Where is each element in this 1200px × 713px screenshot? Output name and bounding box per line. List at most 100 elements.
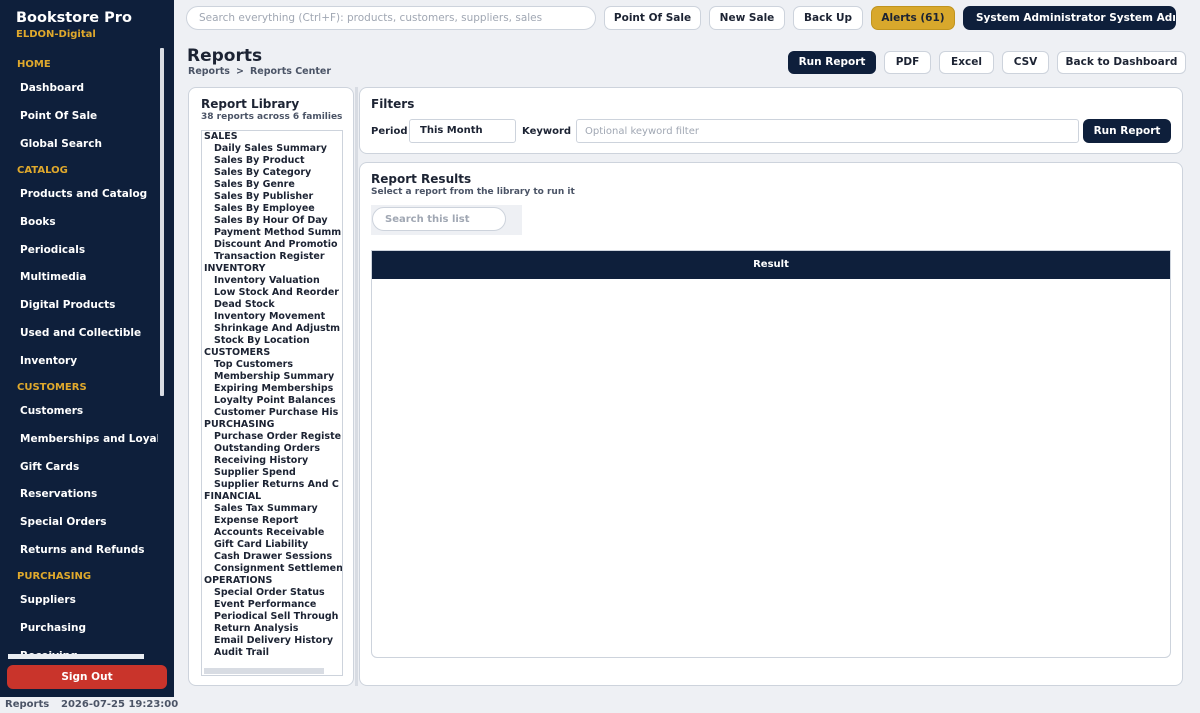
library-report-item[interactable]: Membership Summary (204, 371, 342, 383)
pdf-button[interactable]: PDF (884, 51, 931, 74)
results-column-header[interactable]: Result (372, 251, 1170, 279)
results-table[interactable]: Result (371, 250, 1171, 658)
sidebar-item-used-collectible[interactable]: Used and Collectible (8, 320, 158, 346)
library-report-item[interactable]: Sales Tax Summary (204, 503, 342, 515)
sidebar-scrollbar[interactable] (160, 48, 164, 396)
library-report-item[interactable]: Special Order Status (204, 587, 342, 599)
library-report-item[interactable]: Supplier Returns And C (204, 479, 342, 491)
sidebar-item-gift-cards[interactable]: Gift Cards (8, 454, 158, 480)
list-search-input[interactable] (372, 207, 506, 231)
sidebar-item-periodicals[interactable]: Periodicals (8, 237, 158, 263)
library-report-item[interactable]: Outstanding Orders (204, 443, 342, 455)
report-library-subtitle: 38 reports across 6 families (201, 112, 343, 122)
sidebar-item-returns-refunds[interactable]: Returns and Refunds (8, 537, 158, 563)
sidebar-item-multimedia[interactable]: Multimedia (8, 264, 158, 290)
sidebar-item-memberships-loyalty[interactable]: Memberships and Loyalty (8, 426, 158, 452)
library-family-inventory[interactable]: INVENTORY (204, 263, 342, 275)
sidebar-item-customers[interactable]: Customers (8, 398, 158, 424)
global-search-input[interactable] (186, 6, 596, 30)
sidebar-item-reservations[interactable]: Reservations (8, 481, 158, 507)
library-report-item[interactable]: Audit Trail (204, 647, 342, 659)
library-report-item[interactable]: Dead Stock (204, 299, 342, 311)
status-bar: Reports 2026-07-25 19:23:00 (0, 697, 1200, 713)
report-library-panel: Report Library 38 reports across 6 famil… (188, 87, 354, 686)
library-report-item[interactable]: Purchase Order Registe (204, 431, 342, 443)
sidebar-item-point-of-sale[interactable]: Point Of Sale (8, 103, 158, 129)
library-report-item[interactable]: Sales By Employee (204, 203, 342, 215)
library-report-item[interactable]: Accounts Receivable (204, 527, 342, 539)
library-family-financial[interactable]: FINANCIAL (204, 491, 342, 503)
library-report-item[interactable]: Event Performance (204, 599, 342, 611)
user-menu-button[interactable]: System Administrator System Admi (963, 6, 1176, 30)
back-to-dashboard-button[interactable]: Back to Dashboard (1057, 51, 1186, 74)
library-report-item[interactable]: Consignment Settlemen (204, 563, 342, 575)
sidebar-horizontal-scrollbar[interactable] (8, 654, 144, 659)
nav-section-customers: CUSTOMERS (17, 382, 87, 393)
sidebar-item-products-catalog[interactable]: Products and Catalog (8, 181, 158, 207)
run-report-header-button[interactable]: Run Report (788, 51, 876, 74)
filters-panel: Filters Period This Month Keyword Run Re… (359, 87, 1183, 154)
run-report-button[interactable]: Run Report (1083, 119, 1171, 143)
breadcrumb-reports[interactable]: Reports (188, 66, 230, 77)
sidebar-item-books[interactable]: Books (8, 209, 158, 235)
period-label: Period (371, 126, 408, 137)
library-family-operations[interactable]: OPERATIONS (204, 575, 342, 587)
back-up-button[interactable]: Back Up (793, 6, 863, 30)
library-report-item[interactable]: Gift Card Liability (204, 539, 342, 551)
library-report-item[interactable]: Sales By Category (204, 167, 342, 179)
status-timestamp: 2026-07-25 19:23:00 (61, 699, 179, 710)
library-report-item[interactable]: Sales By Publisher (204, 191, 342, 203)
library-report-item[interactable]: Stock By Location (204, 335, 342, 347)
library-report-item[interactable]: Sales By Hour Of Day (204, 215, 342, 227)
sidebar-item-digital-products[interactable]: Digital Products (8, 292, 158, 318)
library-report-item[interactable]: Sales By Genre (204, 179, 342, 191)
alerts-button[interactable]: Alerts (61) (871, 6, 955, 30)
library-report-item[interactable]: Periodical Sell Through (204, 611, 342, 623)
library-report-item[interactable]: Supplier Spend (204, 467, 342, 479)
library-report-item[interactable]: Top Customers (204, 359, 342, 371)
sidebar-item-global-search[interactable]: Global Search (8, 131, 158, 157)
report-library-list[interactable]: SALES Daily Sales Summary Sales By Product… (201, 130, 343, 676)
library-report-item[interactable]: Loyalty Point Balances (204, 395, 342, 407)
csv-button[interactable]: CSV (1002, 51, 1049, 74)
library-report-item[interactable]: Expiring Memberships (204, 383, 342, 395)
library-family-purchasing[interactable]: PURCHASING (204, 419, 342, 431)
library-report-item[interactable]: Expense Report (204, 515, 342, 527)
library-report-item[interactable]: Email Delivery History (204, 635, 342, 647)
library-report-item[interactable]: Discount And Promotio (204, 239, 342, 251)
nav-section-home: HOME (17, 59, 51, 70)
sidebar-item-dashboard[interactable]: Dashboard (8, 75, 158, 101)
library-family-customers[interactable]: CUSTOMERS (204, 347, 342, 359)
sidebar-item-receiving[interactable]: Receiving (8, 643, 158, 654)
nav-section-purchasing: PURCHASING (17, 571, 92, 582)
sign-out-button[interactable]: Sign Out (7, 665, 167, 689)
sidebar-item-inventory[interactable]: Inventory (8, 348, 158, 374)
library-report-item[interactable]: Inventory Movement (204, 311, 342, 323)
keyword-label: Keyword (522, 126, 572, 137)
sidebar-item-purchasing[interactable]: Purchasing (8, 615, 158, 641)
library-report-item[interactable]: Shrinkage And Adjustm (204, 323, 342, 335)
library-report-item[interactable]: Transaction Register (204, 251, 342, 263)
library-report-item[interactable]: Sales By Product (204, 155, 342, 167)
library-report-item[interactable]: Return Analysis (204, 623, 342, 635)
point-of-sale-button[interactable]: Point Of Sale (604, 6, 701, 30)
keyword-input[interactable] (576, 119, 1079, 143)
library-report-item[interactable]: Payment Method Summ (204, 227, 342, 239)
library-horizontal-scrollbar[interactable] (204, 668, 324, 674)
library-family-sales[interactable]: SALES (204, 131, 342, 143)
library-report-item[interactable]: Daily Sales Summary (204, 143, 342, 155)
library-report-item[interactable]: Cash Drawer Sessions (204, 551, 342, 563)
library-report-item[interactable]: Low Stock And Reorder (204, 287, 342, 299)
sidebar-item-suppliers[interactable]: Suppliers (8, 587, 158, 613)
period-select[interactable]: This Month (409, 119, 516, 143)
list-search-container (371, 205, 522, 235)
report-results-panel: Report Results Select a report from the … (359, 162, 1183, 686)
sidebar-item-special-orders[interactable]: Special Orders (8, 509, 158, 535)
library-report-item[interactable]: Customer Purchase His (204, 407, 342, 419)
report-results-title: Report Results (371, 172, 472, 186)
library-report-item[interactable]: Receiving History (204, 455, 342, 467)
panel-splitter[interactable] (355, 87, 358, 686)
library-report-item[interactable]: Inventory Valuation (204, 275, 342, 287)
new-sale-button[interactable]: New Sale (709, 6, 785, 30)
excel-button[interactable]: Excel (939, 51, 994, 74)
